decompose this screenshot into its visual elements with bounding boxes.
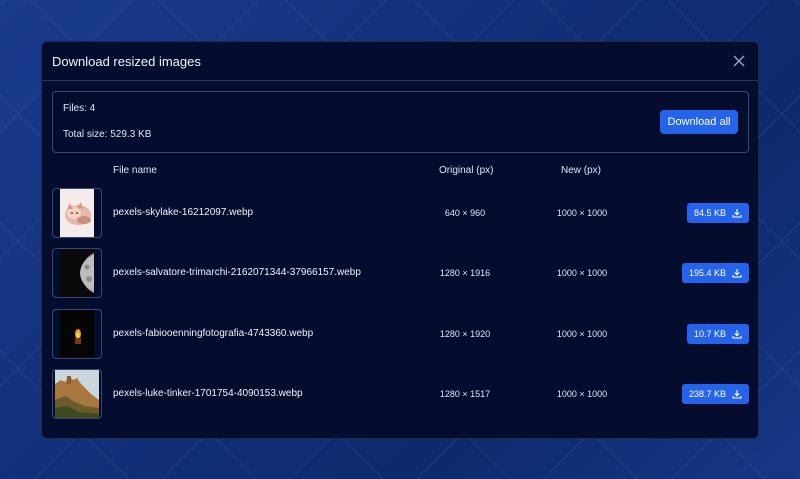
original-dimensions: 1280 × 1916	[439, 268, 491, 278]
new-dimensions: 1000 × 1000	[556, 208, 608, 218]
new-dimensions: 1000 × 1000	[556, 389, 608, 399]
thumbnail-castle	[52, 369, 102, 419]
table-row: pexels-salvatore-trimarchi-2162071344-37…	[52, 248, 749, 298]
file-name: pexels-luke-tinker-1701754-4090153.webp	[113, 388, 303, 399]
total-size: Total size: 529.3 KB	[63, 129, 152, 140]
download-file-button[interactable]: 195.4 KB	[681, 263, 749, 283]
modal-title: Download resized images	[52, 53, 201, 69]
column-header-original: Original (px)	[439, 165, 494, 176]
original-dimensions: 1280 × 1517	[439, 389, 491, 399]
file-name: pexels-fabiooenningfotografia-4743360.we…	[113, 328, 314, 339]
file-name: pexels-skylake-16212097.webp	[113, 207, 254, 218]
summary-box: Files: 4 Total size: 529.3 KB Download a…	[52, 91, 749, 153]
original-dimensions: 1280 × 1920	[439, 329, 491, 339]
files-count: Files: 4	[63, 103, 96, 114]
table-row: pexels-fabiooenningfotografia-4743360.we…	[52, 309, 749, 359]
thumbnail-candle	[52, 309, 102, 359]
column-header-file-name: File name	[113, 165, 157, 176]
new-dimensions: 1000 × 1000	[556, 329, 608, 339]
file-size: 84.5 KB	[693, 208, 726, 218]
download-icon	[732, 269, 742, 278]
download-icon	[732, 330, 742, 339]
table-row: pexels-luke-tinker-1701754-4090153.webp …	[52, 369, 749, 419]
close-icon	[733, 55, 745, 67]
file-size: 238.7 KB	[688, 389, 726, 399]
file-size: 10.7 KB	[693, 329, 726, 339]
close-button[interactable]	[730, 52, 748, 70]
download-all-button[interactable]: Download all	[660, 110, 738, 134]
download-icon	[732, 209, 742, 218]
download-file-button[interactable]: 10.7 KB	[686, 324, 749, 344]
download-icon	[732, 390, 742, 399]
file-name: pexels-salvatore-trimarchi-2162071344-37…	[113, 267, 361, 278]
download-modal: Download resized images Files: 4 Total s…	[41, 41, 759, 439]
thumbnail-moon	[52, 248, 102, 298]
modal-header: Download resized images	[42, 42, 758, 81]
thumbnail-cat	[52, 188, 102, 238]
original-dimensions: 640 × 960	[444, 208, 486, 218]
new-dimensions: 1000 × 1000	[556, 268, 608, 278]
download-file-button[interactable]: 84.5 KB	[686, 203, 749, 223]
file-size: 195.4 KB	[688, 268, 726, 278]
table-row: pexels-skylake-16212097.webp 640 × 960 1…	[52, 188, 749, 238]
download-file-button[interactable]: 238.7 KB	[681, 384, 749, 404]
column-header-new: New (px)	[561, 165, 602, 176]
